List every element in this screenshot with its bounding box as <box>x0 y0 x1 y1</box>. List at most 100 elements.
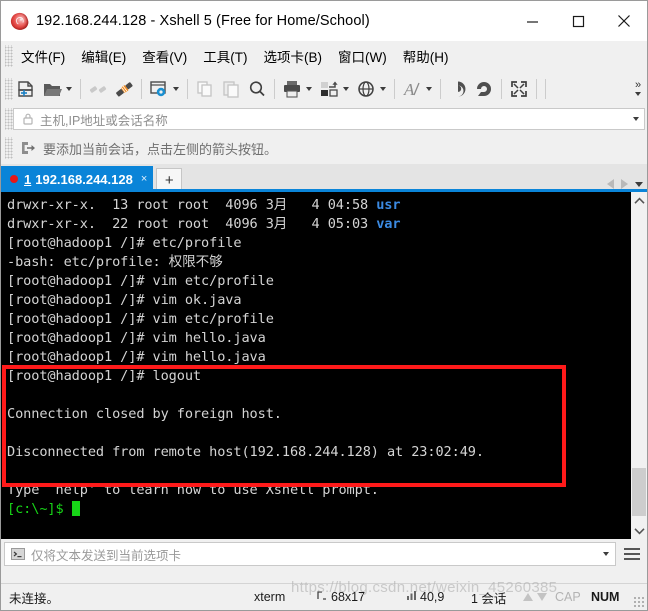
open-session-button[interactable] <box>39 75 76 103</box>
session-properties-dropdown-icon[interactable] <box>170 78 181 100</box>
globe-button[interactable] <box>353 75 390 103</box>
fullscreen-icon <box>511 80 527 97</box>
close-button[interactable] <box>601 1 647 41</box>
toolbar-separator <box>536 78 537 99</box>
find-button[interactable] <box>244 75 270 103</box>
fullscreen-button[interactable] <box>506 75 532 103</box>
toolbar-drag-grip[interactable] <box>5 77 13 100</box>
shell-icon <box>8 10 31 32</box>
menu-tabs[interactable]: 选项卡(B) <box>256 43 331 69</box>
hint-bar-grip[interactable] <box>5 137 13 159</box>
terminal-line: -bash: etc/profile: 权限不够 <box>7 254 223 270</box>
file-transfer-dropdown-icon[interactable] <box>340 78 351 100</box>
toolbar-separator <box>274 78 275 99</box>
tab-prev-icon[interactable] <box>607 179 614 189</box>
status-screen-size: 68x17 <box>331 590 366 604</box>
file-transfer-icon <box>321 81 338 97</box>
toolbar-separator <box>80 78 81 99</box>
send-text-input[interactable]: 仅将文本发送到当前选项卡 <box>31 545 597 564</box>
file-transfer-button[interactable] <box>316 75 353 103</box>
paste-button[interactable] <box>218 75 244 103</box>
disconnect-button[interactable] <box>85 75 111 103</box>
connect-button[interactable] <box>111 75 137 103</box>
status-caps-lock: CAP <box>555 590 581 604</box>
menu-edit[interactable]: 编辑(E) <box>73 43 134 69</box>
copy-icon <box>197 80 212 97</box>
maximize-button[interactable] <box>555 1 601 41</box>
globe-icon <box>358 80 374 97</box>
tab-next-icon[interactable] <box>621 179 628 189</box>
menu-file[interactable]: 文件(F) <box>13 43 73 69</box>
address-dropdown-icon[interactable] <box>628 109 644 129</box>
cursor-position-icon <box>406 590 417 604</box>
title-bar: 192.168.244.128 - Xshell 5 (Free for Hom… <box>1 1 647 41</box>
session-hint-bar: 要添加当前会话，点击左侧的箭头按钮。 <box>1 132 647 164</box>
copy-button[interactable] <box>192 75 218 103</box>
tab-navigation <box>607 179 643 189</box>
send-input-wrapper[interactable]: 仅将文本发送到当前选项卡 <box>4 542 616 566</box>
terminal-line: [root@hadoop1 /]# etc/profile <box>7 235 242 251</box>
arrow-to-box-icon <box>22 142 35 154</box>
address-input-wrapper[interactable]: 主机,IP地址或会话名称 <box>13 108 645 130</box>
minimize-button[interactable] <box>509 1 555 41</box>
menu-view[interactable]: 查看(V) <box>134 43 195 69</box>
menu-drag-grip[interactable] <box>5 45 13 67</box>
print-button[interactable] <box>279 75 316 103</box>
tab-status-dot-icon <box>10 175 18 183</box>
xftp-button[interactable] <box>471 75 497 103</box>
svg-text:A: A <box>403 80 415 99</box>
status-transfer-indicators <box>523 593 547 601</box>
toolbar-separator <box>440 78 441 99</box>
terminal-line: drwxr-xr-x. 22 root root 4096 3月 4 05:03… <box>7 216 401 232</box>
tab-close-icon[interactable]: × <box>141 173 147 185</box>
scroll-down-button[interactable] <box>631 522 647 539</box>
terminal-line: drwxr-xr-x. 13 root root 4096 3月 4 04:58… <box>7 197 401 213</box>
scrollbar-track[interactable] <box>631 209 647 522</box>
terminal-line: [c:\~]$ <box>7 500 630 519</box>
font-button[interactable]: A <box>399 75 436 103</box>
globe-dropdown-icon[interactable] <box>377 78 388 100</box>
find-icon <box>249 80 265 96</box>
font-icon: A <box>403 80 420 99</box>
font-dropdown-icon[interactable] <box>423 78 434 100</box>
status-num-lock: NUM <box>591 590 620 604</box>
scrollbar-thumb[interactable] <box>632 468 646 516</box>
address-bar-grip[interactable] <box>5 108 13 130</box>
tab-list-dropdown-icon[interactable] <box>635 182 643 187</box>
paste-icon <box>223 80 239 98</box>
terminal-output[interactable]: drwxr-xr-x. 13 root root 4096 3月 4 04:58… <box>1 192 630 539</box>
resize-grip[interactable] <box>633 596 645 608</box>
menu-help[interactable]: 帮助(H) <box>395 43 457 69</box>
terminal-line: [root@hadoop1 /]# vim hello.java <box>7 330 266 346</box>
terminal-line: Disconnected from remote host(192.168.24… <box>7 444 484 460</box>
tab-number: 1 <box>24 171 32 187</box>
xshell-window: 192.168.244.128 - Xshell 5 (Free for Hom… <box>0 0 648 611</box>
menu-window[interactable]: 窗口(W) <box>330 43 395 69</box>
session-hint-text: 要添加当前会话，点击左侧的箭头按钮。 <box>43 141 278 157</box>
menu-tools[interactable]: 工具(T) <box>195 43 255 69</box>
scroll-up-button[interactable] <box>631 192 647 209</box>
toolbar-separator <box>394 78 395 99</box>
terminal-scrollbar[interactable] <box>630 192 647 539</box>
hamburger-icon[interactable] <box>620 542 644 566</box>
open-session-dropdown-icon[interactable] <box>63 78 74 100</box>
send-dropdown-icon[interactable] <box>597 543 615 565</box>
terminal-line: [root@hadoop1 /]# vim etc/profile <box>7 311 274 327</box>
toolbar-separator <box>501 78 502 99</box>
terminal-cursor <box>71 501 80 516</box>
toolbar-overflow-button[interactable]: » <box>631 73 645 103</box>
new-session-button[interactable] <box>13 75 39 103</box>
console-prompt-icon <box>11 548 25 560</box>
upload-arrow-icon <box>523 593 533 601</box>
session-properties-button[interactable] <box>146 75 183 103</box>
xshell-button[interactable] <box>445 75 471 103</box>
address-input[interactable]: 主机,IP地址或会话名称 <box>40 110 628 129</box>
print-dropdown-icon[interactable] <box>303 78 314 100</box>
terminal-line: Type `help' to learn how to use Xshell p… <box>7 482 379 498</box>
address-bar: 主机,IP地址或会话名称 <box>1 106 647 132</box>
menu-bar: 文件(F) 编辑(E) 查看(V) 工具(T) 选项卡(B) 窗口(W) 帮助(… <box>1 41 647 71</box>
toolbar-separator <box>545 78 546 99</box>
